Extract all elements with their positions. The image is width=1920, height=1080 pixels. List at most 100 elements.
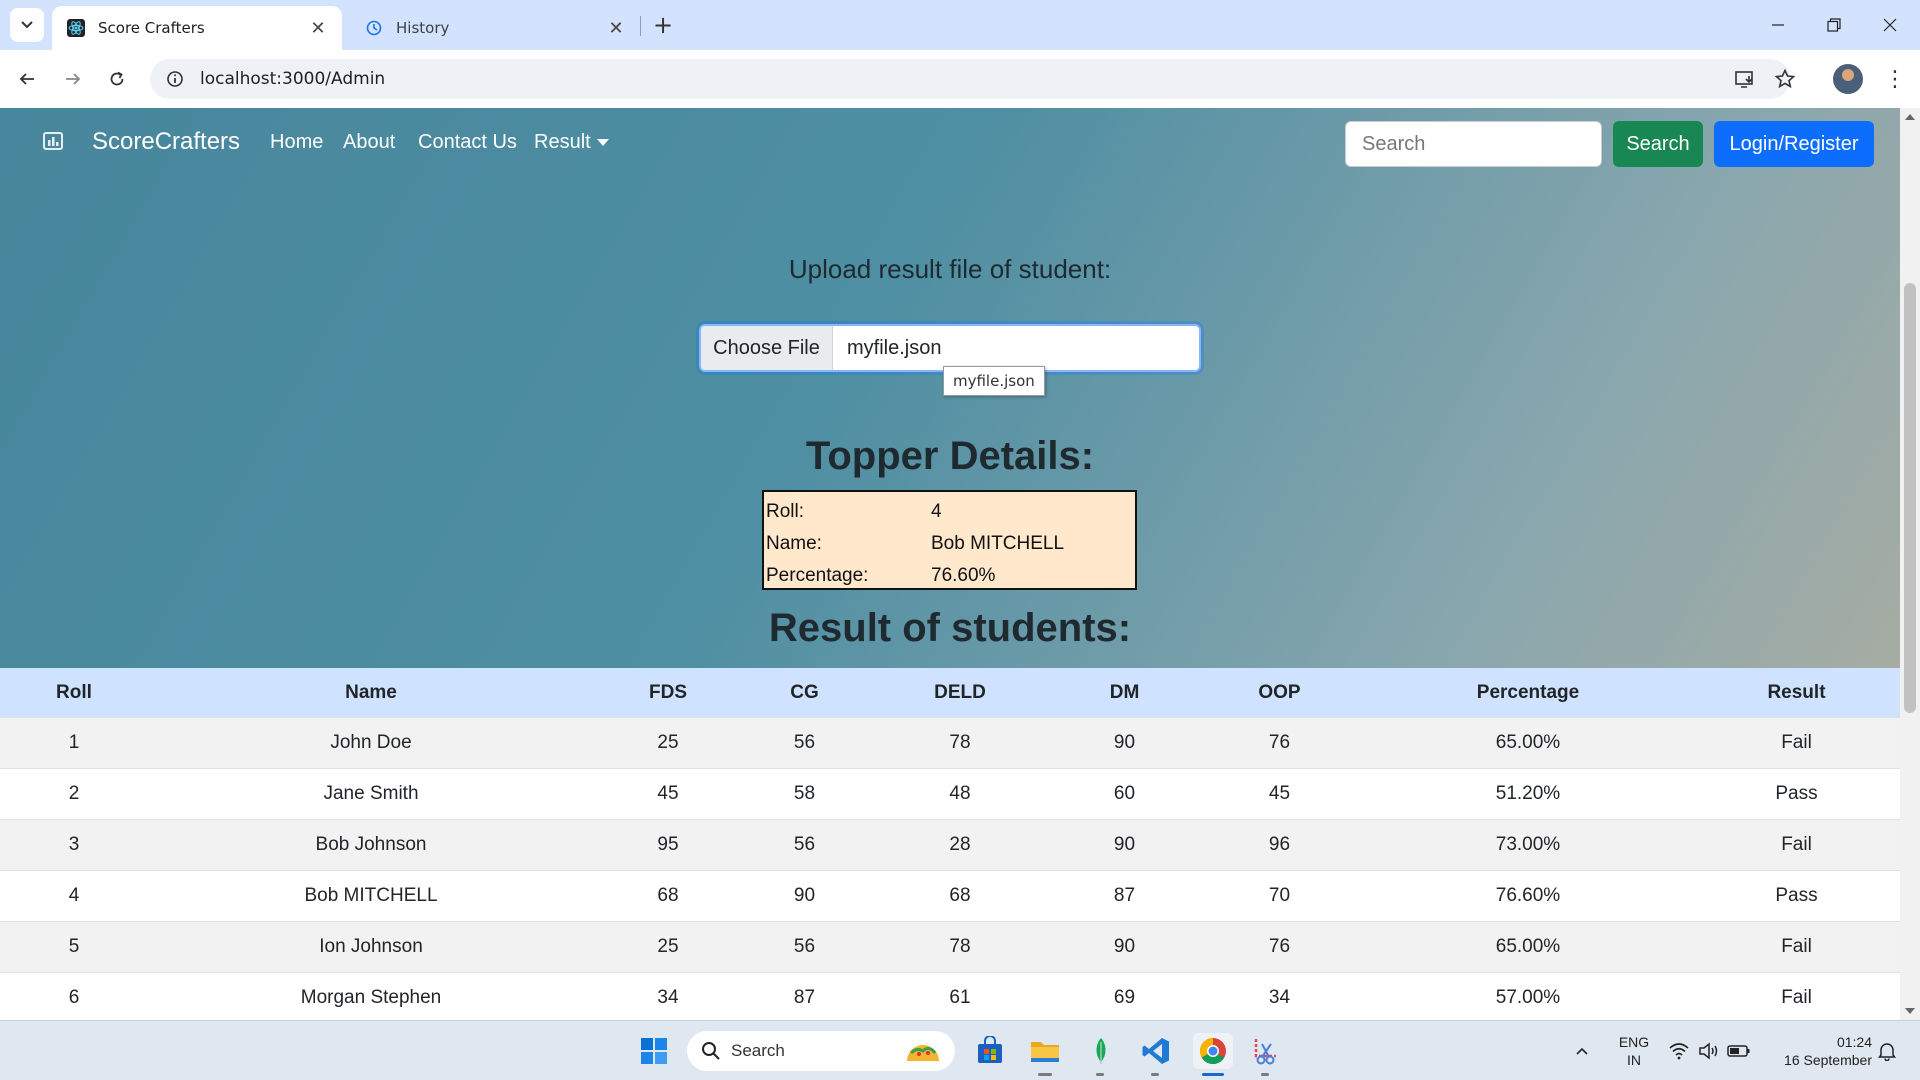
nav-result-dropdown[interactable]: Result [534,131,609,154]
reload-button[interactable] [100,62,134,96]
login-register-button[interactable]: Login/Register [1714,121,1874,167]
nav-home[interactable]: Home [270,131,323,154]
history-icon [364,18,384,38]
cell-deld: 78 [949,732,971,753]
cell-dm: 90 [1113,936,1136,957]
cell-fds: 45 [657,783,679,804]
cell-cg: 58 [793,783,816,804]
install-app-icon[interactable] [1725,59,1765,99]
nav-contact[interactable]: Contact Us [418,131,517,154]
bookmark-star-icon[interactable] [1765,59,1805,99]
cell-percentage: 57.00% [1495,987,1561,1008]
taskbar-search-label: Search [731,1041,785,1060]
search-button[interactable]: Search [1613,121,1703,167]
tab-search-button[interactable] [10,8,44,42]
windows-start-icon[interactable] [636,1033,672,1069]
minimize-icon [1772,24,1784,26]
wifi-icon[interactable] [1664,1033,1694,1069]
results-table: Roll Name FDS CG DELD DM OOP Percentage … [0,668,1900,1020]
app-navbar: ScoreCrafters Home About Contact Us Resu… [0,108,1900,180]
upload-title: Upload result file of student: [788,254,1112,284]
notification-bell-icon[interactable] [1872,1033,1902,1069]
site-info-icon[interactable] [164,68,186,90]
close-icon[interactable]: ✕ [308,18,328,39]
selected-file-name: myfile.json [847,336,942,359]
file-input[interactable]: Choose File myfile.json [699,324,1201,372]
store-icon[interactable] [972,1033,1008,1069]
chrome-icon[interactable] [1193,1033,1233,1069]
cell-roll: 2 [68,783,80,804]
back-button[interactable] [10,62,44,96]
header-percentage: Percentage [1476,681,1580,703]
scrollbar-thumb[interactable] [1904,283,1916,713]
page-scrollbar[interactable] [1900,108,1920,1020]
tab-history[interactable]: History ✕ [350,6,640,50]
header-roll: Roll [56,681,92,703]
table-row: 3 Bob Johnson 95 56 28 90 96 73.00% Fail [0,820,1900,871]
window-close-button[interactable] [1862,0,1918,50]
react-icon [66,18,86,38]
address-bar[interactable]: localhost:3000/Admin [150,59,1790,99]
search-input[interactable] [1345,121,1602,167]
nav-about[interactable]: About [343,131,395,154]
windows-taskbar: Search ENG IN 01:24 16 September [0,1020,1920,1080]
topper-percentage-row: Percentage: 76.60% [766,560,1133,592]
snipping-tool-icon[interactable] [1248,1033,1284,1069]
browser-menu-icon[interactable]: ⋮ [1880,64,1910,94]
topper-name-value: Bob MITCHELL [931,533,1065,554]
nav-result-label: Result [534,131,591,153]
tab-score-crafters[interactable]: Score Crafters ✕ [52,6,342,50]
vscode-icon[interactable] [1138,1033,1174,1069]
restore-button[interactable] [1806,0,1862,50]
topper-title: Topper Details: [805,434,1095,478]
clock-date: 16 September [1784,1052,1872,1068]
table-row: 6 Morgan Stephen 34 87 61 69 34 57.00% Fail [0,973,1900,1020]
arrow-right-icon [66,73,81,85]
topper-name-label: Name: [766,533,822,554]
cell-cg: 56 [793,936,816,957]
cell-fds: 25 [657,732,679,753]
cell-name: John Doe [330,732,412,753]
header-oop: OOP [1258,681,1301,703]
topper-name-row: Name: Bob MITCHELL [766,528,1133,560]
file-explorer-icon[interactable] [1027,1033,1063,1069]
topper-roll-row: Roll: 4 [766,496,1133,528]
cell-cg: 90 [793,885,816,906]
choose-file-button[interactable]: Choose File [701,326,833,370]
cell-result: Fail [1781,987,1812,1008]
mongodb-icon[interactable] [1083,1033,1119,1069]
taskbar-search[interactable]: Search [687,1031,955,1071]
cell-name: Morgan Stephen [300,987,442,1008]
clock[interactable]: 01:24 16 September [1762,1033,1872,1069]
battery-icon[interactable] [1724,1033,1754,1069]
arrow-left-icon [19,73,34,85]
page-viewport: ScoreCrafters Home About Contact Us Resu… [0,108,1920,1020]
volume-icon[interactable] [1694,1033,1724,1069]
cell-roll: 4 [68,885,80,906]
profile-avatar[interactable] [1833,64,1863,94]
new-tab-button[interactable]: + [648,10,678,40]
tab-title: History [396,19,450,37]
brand-name[interactable]: ScoreCrafters [92,128,240,156]
cell-roll: 6 [68,987,80,1008]
cell-dm: 90 [1113,732,1136,753]
tab-separator [640,16,641,36]
running-indicator [1096,1073,1104,1076]
topper-roll-label: Roll: [766,501,805,522]
scroll-down-arrow-icon[interactable] [1905,1008,1915,1014]
hero-section: ScoreCrafters Home About Contact Us Resu… [0,108,1900,668]
taco-icon [907,1045,939,1061]
close-icon[interactable]: ✕ [606,18,626,39]
header-deld: DELD [934,681,986,703]
chevron-up-icon[interactable] [1567,1033,1597,1069]
cell-percentage: 65.00% [1495,936,1561,957]
cell-dm: 69 [1113,987,1136,1008]
cell-oop: 34 [1268,987,1291,1008]
cell-roll: 1 [68,732,80,753]
table-row: 4 Bob MITCHELL 68 90 68 87 70 76.60% Pass [0,871,1900,922]
language-indicator[interactable]: ENG IN [1614,1033,1654,1069]
minimize-button[interactable] [1750,0,1806,50]
results-title: Result of students: [768,606,1132,650]
scroll-up-arrow-icon[interactable] [1905,114,1915,120]
forward-button[interactable] [56,62,90,96]
